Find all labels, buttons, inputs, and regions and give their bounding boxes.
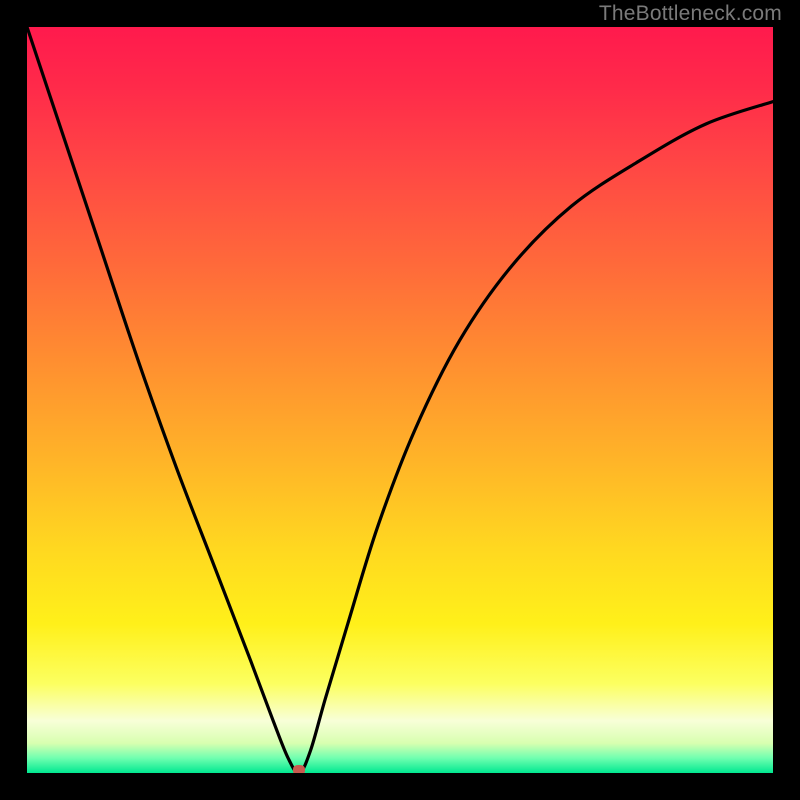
watermark-text: TheBottleneck.com [599, 2, 782, 26]
minimum-marker-dot [293, 765, 305, 773]
chart-plot-area [27, 27, 773, 773]
background-gradient [27, 27, 773, 773]
